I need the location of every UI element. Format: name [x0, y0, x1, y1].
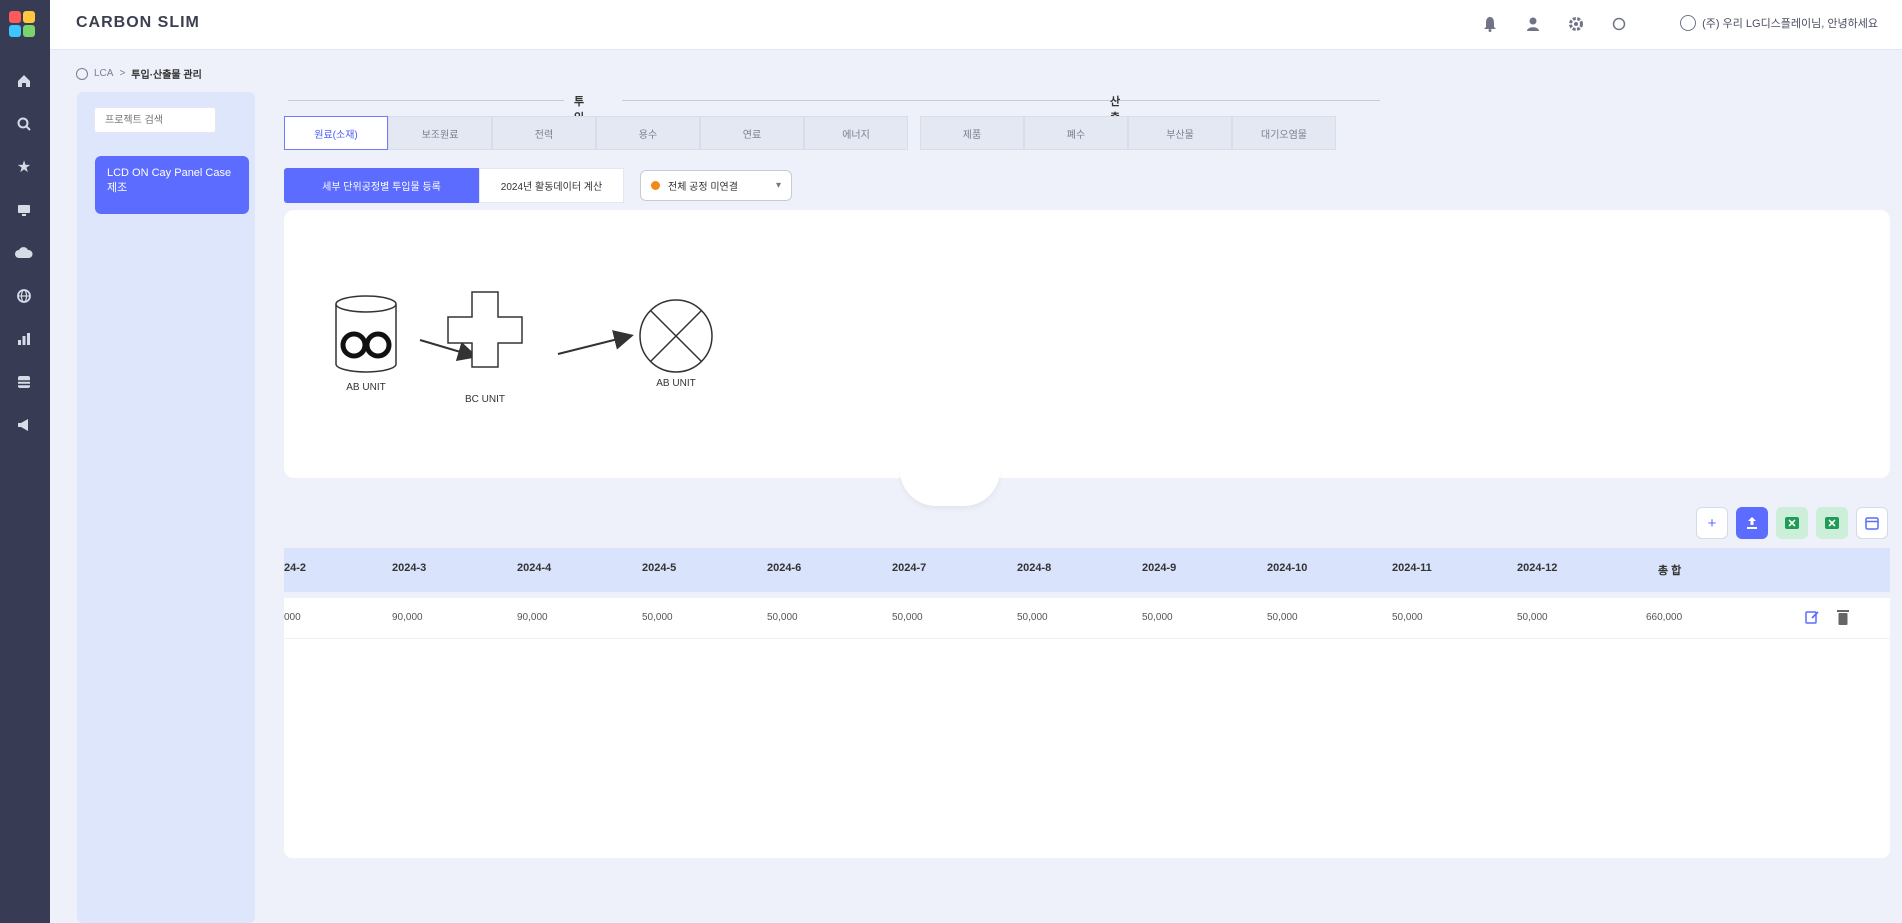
- bell-icon[interactable]: [1480, 14, 1500, 34]
- column-header: 2024-8: [1017, 562, 1052, 574]
- breadcrumb-home-icon[interactable]: [76, 67, 88, 80]
- table-cell: 50,000: [1017, 612, 1048, 623]
- tab-product[interactable]: 제품: [920, 116, 1024, 150]
- megaphone-icon[interactable]: [13, 414, 35, 436]
- tab-electricity[interactable]: 전력: [492, 116, 596, 150]
- monitor-icon[interactable]: [13, 199, 35, 221]
- breadcrumb: LCA > 투입·산출물 관리: [76, 66, 202, 81]
- user-menu[interactable]: (주) 우리 LG디스플레이님, 안녕하세요: [1680, 15, 1878, 31]
- power-icon[interactable]: [1609, 14, 1629, 34]
- breadcrumb-current: 투입·산출물 관리: [131, 70, 202, 81]
- process-filter-select[interactable]: 전체 공정 미연결 ▾: [640, 170, 792, 201]
- column-header: 2024-3: [392, 562, 427, 574]
- diagram-collapse-handle[interactable]: [900, 470, 1000, 506]
- diagram-node-bc-unit[interactable]: [447, 291, 523, 368]
- user-icon[interactable]: [1523, 14, 1543, 34]
- excel-download-icon[interactable]: [1816, 507, 1848, 539]
- table-cell: 50,000: [892, 612, 923, 623]
- gear-icon[interactable]: [1566, 14, 1586, 34]
- table-cell: 50,000: [642, 612, 673, 623]
- calendar-icon[interactable]: [1856, 507, 1888, 539]
- tab-energy[interactable]: 에너지: [804, 116, 908, 150]
- tab-byproduct[interactable]: 부산물: [1128, 116, 1232, 150]
- tab-raw-material[interactable]: 원료(소재): [284, 116, 388, 150]
- globe-icon[interactable]: [13, 285, 35, 307]
- column-header: 2024-4: [517, 562, 552, 574]
- user-greeting: (주) 우리 LG디스플레이님, 안녕하세요: [1702, 18, 1878, 30]
- project-list-panel: LCD ON Cay Panel Case 제조: [77, 92, 255, 923]
- diagram-node-ab-unit[interactable]: [335, 295, 397, 373]
- column-header: 2024-7: [892, 562, 927, 574]
- diagram-edge: [557, 330, 634, 355]
- app-logo[interactable]: [9, 11, 37, 39]
- project-list-item[interactable]: LCD ON Cay Panel Case 제조: [95, 156, 249, 214]
- breadcrumb-separator: >: [119, 68, 126, 79]
- group-divider: [1158, 100, 1380, 101]
- diagram-node-label: AB UNIT: [656, 378, 695, 389]
- search-icon[interactable]: [13, 113, 35, 135]
- status-dot: [651, 181, 660, 190]
- register-input-button[interactable]: 세부 단위공정별 투입물 등록: [284, 168, 479, 203]
- table-cell: 50,000: [1267, 612, 1298, 623]
- diagram-node-label: AB UNIT: [346, 382, 385, 393]
- table-cell: 50,000: [1517, 612, 1548, 623]
- column-header: 총 합: [1658, 565, 1682, 577]
- diagram-node-label: BC UNIT: [465, 394, 505, 405]
- project-search-input[interactable]: [94, 107, 216, 133]
- tab-air-pollutant[interactable]: 대기오염물: [1232, 116, 1336, 150]
- top-header: CARBON SLIM (주) 우리 LG디스플레이님, 안녕하세요: [50, 0, 1902, 50]
- column-header: 2024-6: [767, 562, 802, 574]
- add-icon[interactable]: +: [1696, 507, 1728, 539]
- tab-water[interactable]: 용수: [596, 116, 700, 150]
- process-filter-value: 전체 공정 미연결: [668, 182, 738, 193]
- column-header: 24-2: [284, 562, 307, 574]
- chart-icon[interactable]: [13, 328, 35, 350]
- delete-icon[interactable]: [1836, 608, 1850, 631]
- table-header: 24-2 2024-3 2024-4 2024-5 2024-6 2024-7 …: [284, 548, 1890, 592]
- process-diagram: AB UNIT BC UNIT AB UNIT: [284, 210, 1890, 478]
- table-cell: 50,000: [1142, 612, 1173, 623]
- table-cell: 90,000: [392, 612, 423, 623]
- app-title: CARBON SLIM: [76, 14, 200, 31]
- edit-icon[interactable]: [1804, 609, 1820, 630]
- table-cell: 50,000: [1392, 612, 1423, 623]
- tab-auxiliary-material[interactable]: 보조원료: [388, 116, 492, 150]
- star-icon[interactable]: ★: [13, 156, 35, 178]
- table-cell: 90,000: [517, 612, 548, 623]
- table-cell: 660,000: [1646, 612, 1683, 623]
- avatar: [1680, 15, 1697, 31]
- table-cell: 50,000: [767, 612, 798, 623]
- row-divider: [284, 638, 1890, 639]
- upload-icon[interactable]: [1736, 507, 1768, 539]
- table-cell: 000: [284, 612, 301, 623]
- excel-icon[interactable]: [1776, 507, 1808, 539]
- cloud-icon[interactable]: [13, 242, 35, 264]
- column-header: 2024-10: [1267, 562, 1308, 574]
- group-divider: [288, 100, 564, 101]
- home-icon[interactable]: [13, 70, 35, 92]
- column-header: 2024-5: [642, 562, 677, 574]
- chevron-down-icon: ▾: [775, 180, 781, 191]
- table-body: 000 90,000 90,000 50,000 50,000 50,000 5…: [284, 598, 1890, 858]
- diagram-node-ab-unit-2[interactable]: [639, 299, 713, 373]
- column-header: 2024-12: [1517, 562, 1558, 574]
- column-header: 2024-11: [1392, 562, 1432, 574]
- calculate-activity-button[interactable]: 2024년 활동데이터 계산: [479, 168, 624, 203]
- tab-wastewater[interactable]: 폐수: [1024, 116, 1128, 150]
- breadcrumb-parent[interactable]: LCA: [94, 68, 113, 79]
- sidebar: ★: [0, 0, 50, 923]
- tab-fuel[interactable]: 연료: [700, 116, 804, 150]
- database-icon[interactable]: [13, 371, 35, 393]
- column-header: 2024-9: [1142, 562, 1177, 574]
